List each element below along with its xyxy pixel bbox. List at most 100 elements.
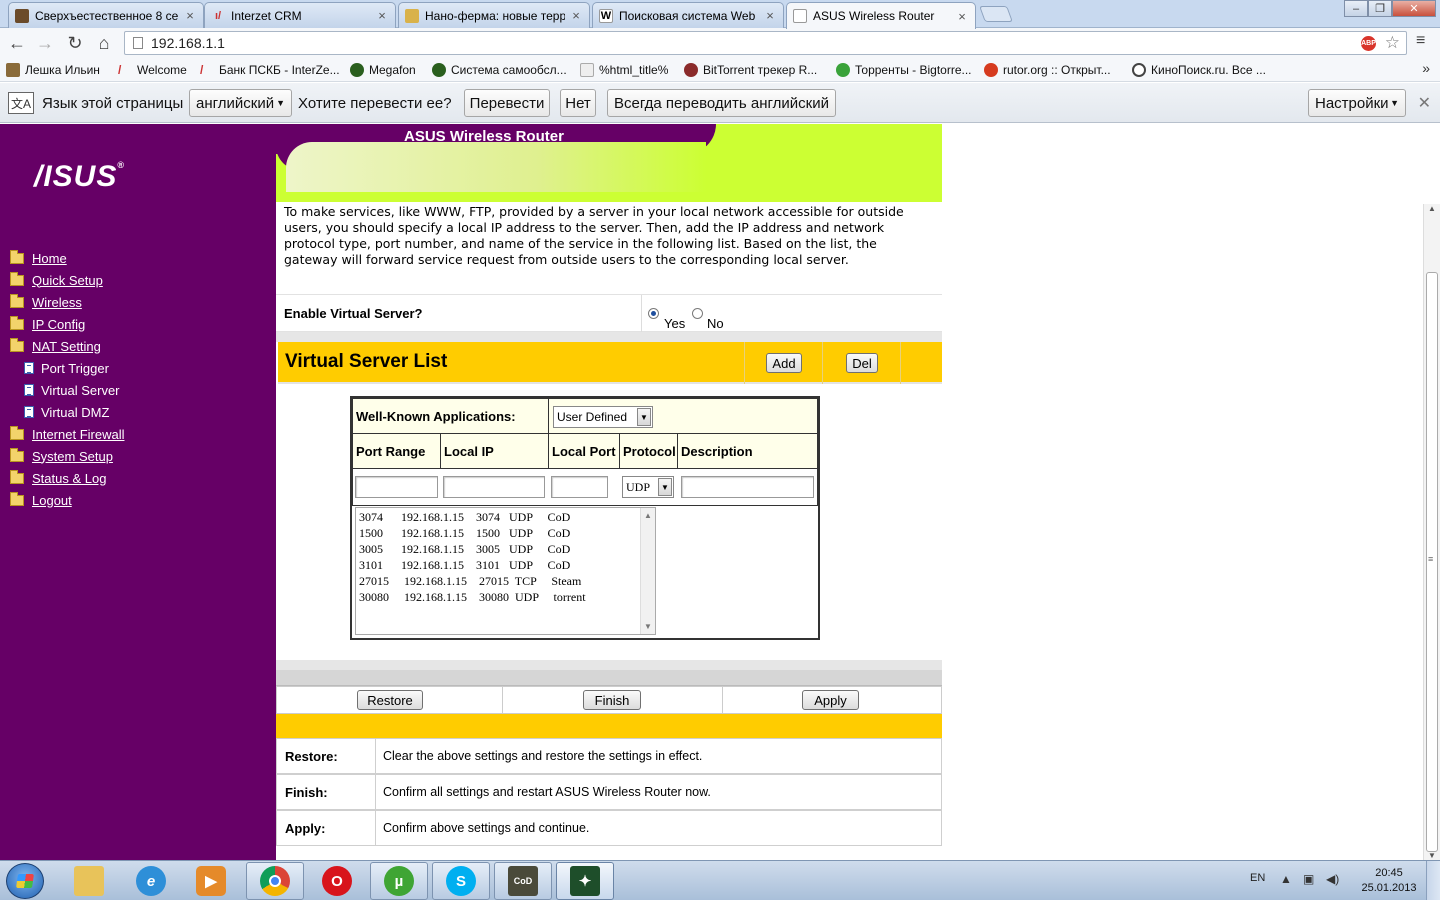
protocol-select[interactable]: UDP ▼ [622,476,674,498]
bookmark-item[interactable]: Система самообсл... [432,62,567,78]
no-button[interactable]: Нет [560,89,596,117]
bookmark-item[interactable]: Торренты - Bigtorre... [836,62,972,78]
bookmark-item[interactable]: / Банк ПСКБ - InterZe... [200,62,340,78]
taskbar-counter-strike[interactable]: ✦ [556,862,614,900]
taskbar-explorer[interactable] [60,862,118,900]
del-button[interactable]: Del [846,353,878,373]
taskbar-internet-explorer[interactable]: e [122,862,180,900]
restore-button[interactable]: Restore [357,690,423,710]
virtual-server-list-bar: Virtual Server List Add Del [278,342,942,384]
description-input[interactable] [681,476,814,498]
maximize-icon[interactable]: ❐ [1368,0,1392,17]
taskbar-skype[interactable]: S [432,862,490,900]
list-item[interactable]: 3074 192.168.1.15 3074 UDP CoD [359,510,570,526]
listbox-scrollbar[interactable]: ▲ ▼ [640,508,655,634]
list-item[interactable]: 1500 192.168.1.15 1500 UDP CoD [359,526,570,542]
language-select[interactable]: английский ▼ [189,89,292,117]
bookmark-item[interactable]: rutor.org :: Открыт... [984,62,1111,78]
close-icon[interactable]: × [375,8,389,23]
menu-logout[interactable]: Logout [10,491,72,509]
local-port-input[interactable] [551,476,608,498]
start-button[interactable] [6,863,44,899]
menu-virtual-dmz[interactable]: Virtual DMZ [24,403,109,421]
tab-asus-router[interactable]: ASUS Wireless Router × [786,2,976,29]
taskbar-opera[interactable]: O [308,862,366,900]
bookmark-item[interactable]: / Welcome [118,62,187,78]
star-icon[interactable]: ☆ [1385,33,1400,53]
address-bar[interactable]: 192.168.1.1 ABP ☆ [124,31,1407,55]
local-ip-input[interactable] [443,476,545,498]
chrome-menu-icon[interactable]: ≡ [1416,32,1425,50]
menu-system-setup[interactable]: System Setup [10,447,113,465]
page-scrollbar[interactable]: ▲ ≡ ▼ [1423,204,1440,860]
taskbar-call-of-duty[interactable]: CoD [494,862,552,900]
scroll-up-icon[interactable]: ▲ [1428,204,1436,213]
tab-interzet-crm[interactable]: ı/ Interzet CRM × [204,2,396,28]
help-row-finish: Finish: Confirm all settings and restart… [276,774,942,810]
menu-ip-config[interactable]: IP Config [10,315,85,333]
menu-internet-firewall[interactable]: Internet Firewall [10,425,124,443]
menu-port-trigger[interactable]: Port Trigger [24,359,109,377]
help-text: Confirm all settings and restart ASUS Wi… [383,785,711,799]
close-icon[interactable]: × [955,9,969,24]
close-icon[interactable]: × [569,8,583,23]
minimize-icon[interactable]: – [1344,0,1368,17]
window-close-icon[interactable]: ✕ [1392,0,1436,17]
back-arrow-icon[interactable]: ← [6,32,28,54]
menu-nat-setting[interactable]: NAT Setting [10,337,101,355]
taskbar-media-player[interactable]: ▶ [182,862,240,900]
scroll-down-icon[interactable]: ▼ [644,622,652,631]
bookmarks-overflow-icon[interactable]: » [1422,60,1430,76]
home-icon[interactable]: ⌂ [93,32,115,54]
reload-icon[interactable]: ↻ [64,32,86,54]
bookmark-label: Система самообсл... [451,63,567,77]
bookmark-item[interactable]: КиноПоиск.ru. Все ... [1132,62,1266,78]
virtual-server-listbox[interactable]: 3074 192.168.1.15 3074 UDP CoD 1500 192.… [355,507,656,635]
enable-yes-radio[interactable] [648,308,659,319]
well-known-select[interactable]: User Defined ▼ [553,406,653,428]
menu-status-log[interactable]: Status & Log [10,469,106,487]
always-translate-button[interactable]: Всегда переводить английский [607,89,836,117]
menu-virtual-server[interactable]: Virtual Server [24,381,120,399]
menu-wireless[interactable]: Wireless [10,293,82,311]
bookmark-item[interactable]: BitTorrent трекер R... [684,62,817,78]
apply-button[interactable]: Apply [802,690,859,710]
tab-nano-farm[interactable]: Нано-ферма: новые терр × [398,2,590,28]
tab-supernatural[interactable]: Сверхъестественное 8 се × [8,2,204,28]
list-item[interactable]: 3101 192.168.1.15 3101 UDP CoD [359,558,570,574]
adblock-icon[interactable]: ABP [1361,36,1376,51]
new-tab-button[interactable] [979,6,1013,22]
forward-arrow-icon[interactable]: → [34,32,56,54]
enable-no-radio[interactable] [692,308,703,319]
list-item[interactable]: 3005 192.168.1.15 3005 UDP CoD [359,542,570,558]
translate-button[interactable]: Перевести [464,89,550,117]
close-icon[interactable]: × [763,8,777,23]
show-desktop-button[interactable] [1426,861,1440,900]
settings-button[interactable]: Настройки ▼ [1308,89,1406,117]
menu-quick-setup[interactable]: Quick Setup [10,271,103,289]
close-icon[interactable]: ✕ [1418,93,1431,113]
scroll-down-icon[interactable]: ▼ [1428,851,1436,860]
close-icon[interactable]: × [183,8,197,23]
menu-home[interactable]: Home [10,249,67,267]
system-clock[interactable]: 20:45 25.01.2013 [1360,866,1418,896]
port-range-input[interactable] [355,476,438,498]
bookmark-item[interactable]: Megafon [350,62,416,78]
network-icon[interactable]: ▣ [1303,872,1314,886]
scroll-up-icon[interactable]: ▲ [644,511,652,520]
list-item[interactable]: 27015 192.168.1.15 27015 TCP Steam [359,574,581,590]
bookmark-item[interactable]: %html_title% [580,62,668,78]
taskbar-chrome[interactable] [246,862,304,900]
finish-button[interactable]: Finish [583,690,641,710]
taskbar-utorrent[interactable]: µ [370,862,428,900]
chevron-down-icon: ▼ [637,408,651,426]
tab-search-engine[interactable]: W Поисковая система Web × [592,2,784,28]
volume-icon[interactable]: ◀) [1326,872,1339,886]
menu-label: IP Config [32,316,86,332]
help-key: Apply: [285,821,326,836]
add-button[interactable]: Add [766,353,802,373]
language-indicator[interactable]: EN [1250,872,1265,884]
list-item[interactable]: 30080 192.168.1.15 30080 UDP torrent [359,590,586,606]
tray-expand-icon[interactable]: ▲ [1280,872,1292,886]
bookmark-item[interactable]: Лешка Ильин [6,62,100,78]
